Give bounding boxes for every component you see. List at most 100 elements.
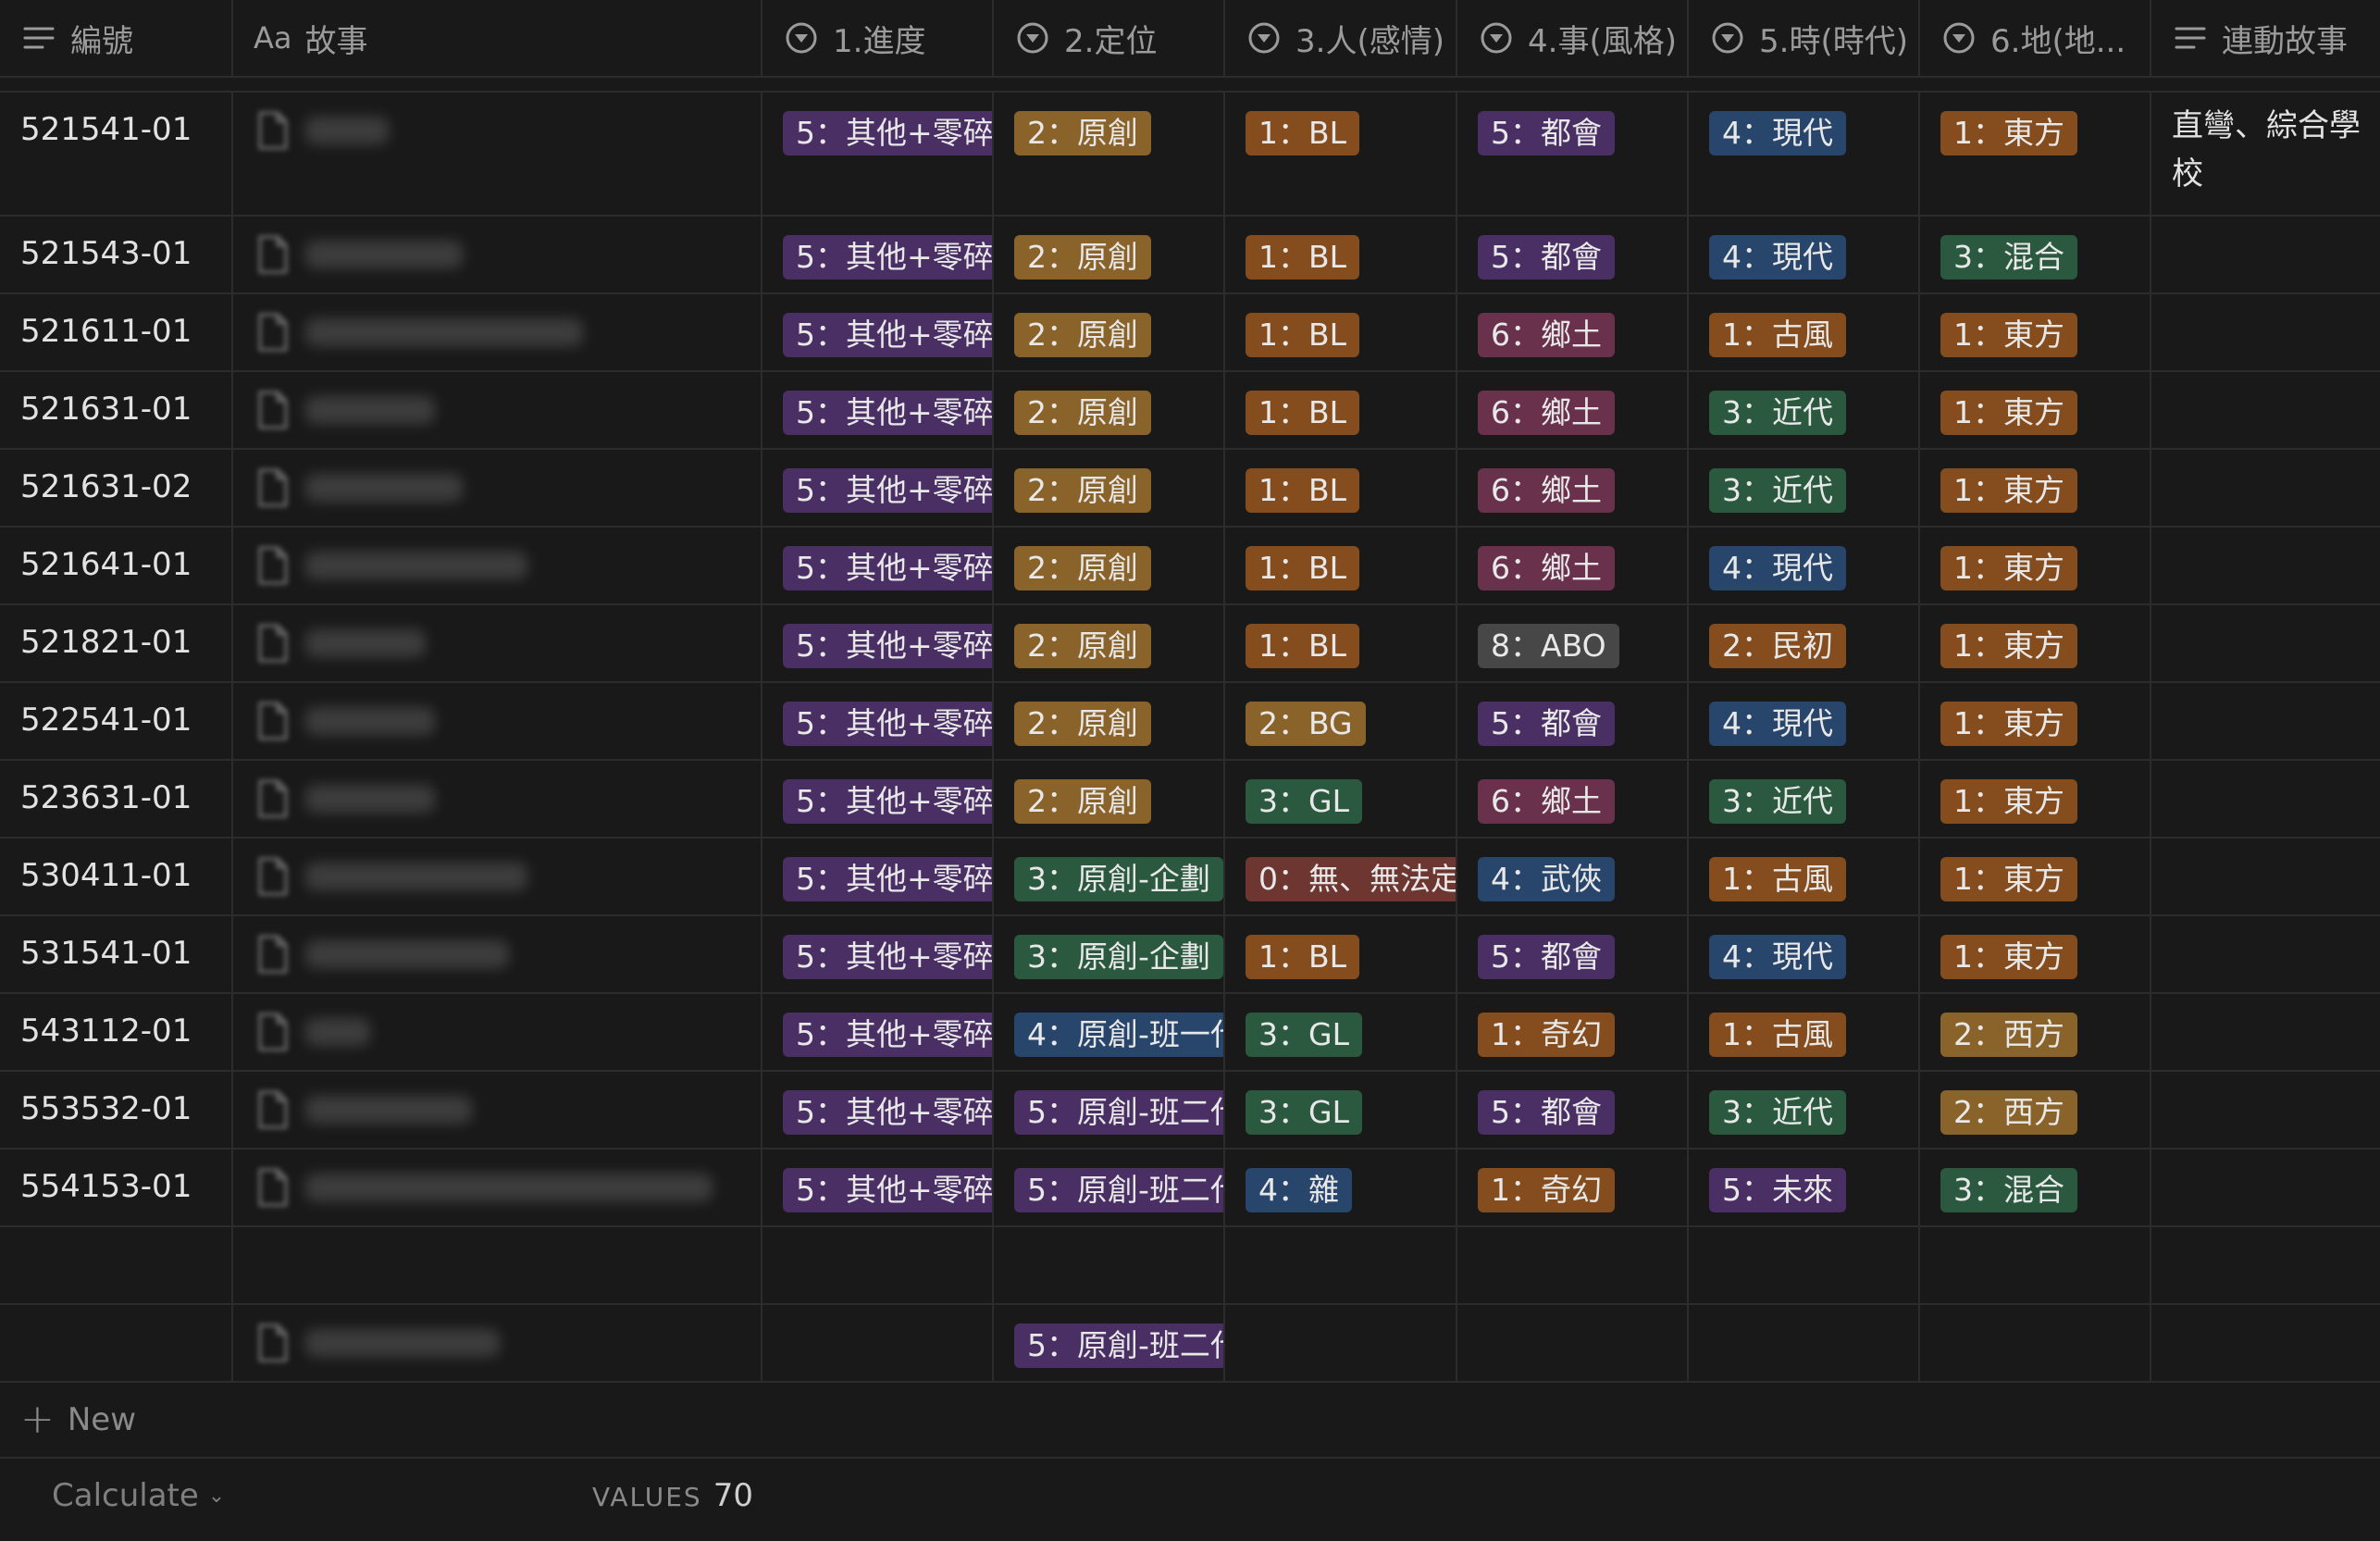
select-cell[interactable]: 1：BL: [1225, 450, 1457, 526]
row-id-cell[interactable]: 522541-01: [0, 683, 233, 759]
select-cell[interactable]: 5：其他+零碎: [762, 1150, 994, 1225]
table-row[interactable]: 521631-01 5：其他+零碎 2：原創 1：BL 6：鄉土 3：近代 1：東方: [0, 372, 2380, 450]
select-cell[interactable]: 8：ABO: [1457, 605, 1689, 681]
select-cell[interactable]: 1：東方: [1920, 683, 2151, 759]
row-id-cell[interactable]: 521631-02: [0, 450, 233, 526]
select-cell[interactable]: 2：原創: [994, 450, 1225, 526]
story-title-cell[interactable]: [233, 916, 762, 992]
select-cell[interactable]: 2：原創: [994, 217, 1225, 292]
story-title-cell[interactable]: [233, 761, 762, 837]
select-cell[interactable]: 3：GL: [1225, 994, 1457, 1070]
linked-story-cell[interactable]: [2151, 1305, 2380, 1381]
story-title-cell[interactable]: [233, 450, 762, 526]
select-cell[interactable]: 4：現代: [1689, 217, 1920, 292]
select-cell[interactable]: 5：原創-班二代: [994, 1150, 1225, 1225]
select-cell[interactable]: 3：GL: [1225, 761, 1457, 837]
select-cell[interactable]: 1：東方: [1920, 528, 2151, 603]
column-header[interactable]: 3.人(感情): [1225, 0, 1457, 76]
linked-story-cell[interactable]: [2151, 450, 2380, 526]
select-cell[interactable]: 2：原創: [994, 93, 1225, 215]
select-cell[interactable]: 4：現代: [1689, 528, 1920, 603]
linked-story-cell[interactable]: [2151, 294, 2380, 370]
select-cell[interactable]: 5：其他+零碎: [762, 372, 994, 448]
select-cell[interactable]: 1：BL: [1225, 93, 1457, 215]
select-cell[interactable]: 1：古風: [1689, 839, 1920, 914]
column-header[interactable]: 1.進度: [762, 0, 994, 76]
select-cell[interactable]: 1：東方: [1920, 450, 2151, 526]
row-id-cell[interactable]: 521541-01: [0, 93, 233, 215]
select-cell[interactable]: 3：近代: [1689, 761, 1920, 837]
select-cell[interactable]: 0：無、無法定: [1225, 839, 1457, 914]
linked-story-cell[interactable]: 直彎、綜合學校: [2151, 93, 2380, 215]
story-title-cell[interactable]: [233, 683, 762, 759]
select-cell[interactable]: 5：其他+零碎: [762, 294, 994, 370]
select-cell[interactable]: 4：武俠: [1457, 839, 1689, 914]
linked-story-cell[interactable]: [2151, 761, 2380, 837]
linked-story-cell[interactable]: [2151, 372, 2380, 448]
linked-story-cell[interactable]: [2151, 916, 2380, 992]
table-row[interactable]: 522541-01 5：其他+零碎 2：原創 2：BG 5：都會 4：現代 1：東方: [0, 683, 2380, 761]
row-id-cell[interactable]: 543112-01: [0, 994, 233, 1070]
select-cell[interactable]: 1：東方: [1920, 93, 2151, 215]
column-header[interactable]: 5.時(時代): [1689, 0, 1920, 76]
row-id-cell[interactable]: 521543-01: [0, 217, 233, 292]
table-row[interactable]: 521543-01 5：其他+零碎 2：原創 1：BL 5：都會 4：現代 3：混合: [0, 217, 2380, 294]
select-cell[interactable]: 2：BG: [1225, 683, 1457, 759]
select-cell[interactable]: 1：東方: [1920, 916, 2151, 992]
row-id-cell[interactable]: [0, 1305, 233, 1381]
select-cell[interactable]: 4：原創-班一代: [994, 994, 1225, 1070]
select-cell[interactable]: 1：古風: [1689, 294, 1920, 370]
select-cell[interactable]: 1：古風: [1689, 994, 1920, 1070]
select-cell[interactable]: 5：其他+零碎: [762, 761, 994, 837]
select-cell[interactable]: 1：奇幻: [1457, 1150, 1689, 1225]
row-id-cell[interactable]: 530411-01: [0, 839, 233, 914]
row-id-cell[interactable]: 521641-01: [0, 528, 233, 603]
row-id-cell[interactable]: 521631-01: [0, 372, 233, 448]
select-cell[interactable]: 4：現代: [1689, 916, 1920, 992]
select-cell[interactable]: 5：其他+零碎: [762, 994, 994, 1070]
story-title-cell[interactable]: [233, 528, 762, 603]
column-header[interactable]: Aa 故事: [233, 0, 762, 76]
select-cell[interactable]: [1225, 1305, 1457, 1381]
select-cell[interactable]: 1：東方: [1920, 605, 2151, 681]
linked-story-cell[interactable]: [2151, 605, 2380, 681]
select-cell[interactable]: 1：東方: [1920, 372, 2151, 448]
select-cell[interactable]: 1：東方: [1920, 761, 2151, 837]
select-cell[interactable]: 3：混合: [1920, 217, 2151, 292]
table-row[interactable]: 5：原創-班二代: [0, 1305, 2380, 1383]
linked-story-cell[interactable]: [2151, 839, 2380, 914]
row-id-cell[interactable]: 554153-01: [0, 1150, 233, 1225]
select-cell[interactable]: 1：東方: [1920, 294, 2151, 370]
table-row[interactable]: 521631-02 5：其他+零碎 2：原創 1：BL 6：鄉土 3：近代 1：東方: [0, 450, 2380, 528]
select-cell[interactable]: 5：都會: [1457, 217, 1689, 292]
select-cell[interactable]: 3：GL: [1225, 1072, 1457, 1148]
select-cell[interactable]: 2：原創: [994, 528, 1225, 603]
select-cell[interactable]: 5：都會: [1457, 1072, 1689, 1148]
linked-story-cell[interactable]: [2151, 1072, 2380, 1148]
select-cell[interactable]: 5：其他+零碎: [762, 1072, 994, 1148]
story-title-cell[interactable]: [233, 994, 762, 1070]
select-cell[interactable]: 5：都會: [1457, 683, 1689, 759]
select-cell[interactable]: [762, 1305, 994, 1381]
select-cell[interactable]: 6：鄉土: [1457, 528, 1689, 603]
select-cell[interactable]: 1：BL: [1225, 528, 1457, 603]
linked-story-cell[interactable]: [2151, 217, 2380, 292]
table-row[interactable]: 521541-01 5：其他+零碎 2：原創 1：BL 5：都會 4：現代 1：東方 直彎、綜…: [0, 93, 2380, 217]
select-cell[interactable]: 6：鄉土: [1457, 294, 1689, 370]
select-cell[interactable]: 5：都會: [1457, 93, 1689, 215]
select-cell[interactable]: 2：西方: [1920, 1072, 2151, 1148]
select-cell[interactable]: 5：其他+零碎: [762, 450, 994, 526]
story-title-cell[interactable]: [233, 93, 762, 215]
select-cell[interactable]: 3：近代: [1689, 450, 1920, 526]
table-row[interactable]: 521641-01 5：其他+零碎 2：原創 1：BL 6：鄉土 4：現代 1：東方: [0, 528, 2380, 605]
select-cell[interactable]: 2：西方: [1920, 994, 2151, 1070]
select-cell[interactable]: 3：近代: [1689, 1072, 1920, 1148]
column-header[interactable]: 2.定位: [994, 0, 1225, 76]
select-cell[interactable]: 5：其他+零碎: [762, 839, 994, 914]
select-cell[interactable]: 3：混合: [1920, 1150, 2151, 1225]
column-header[interactable]: 6.地(地...: [1920, 0, 2151, 76]
row-id-cell[interactable]: 521821-01: [0, 605, 233, 681]
select-cell[interactable]: 2：原創: [994, 372, 1225, 448]
linked-story-cell[interactable]: [2151, 994, 2380, 1070]
select-cell[interactable]: 1：東方: [1920, 839, 2151, 914]
